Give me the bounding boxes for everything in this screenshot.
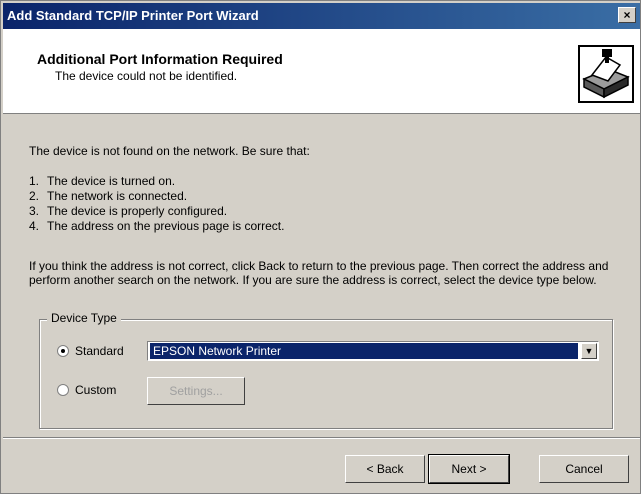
- list-item: 2. The network is connected.: [29, 189, 188, 203]
- device-type-dropdown[interactable]: EPSON Network Printer ▼: [147, 341, 599, 361]
- checklist: 1. The device is turned on. 2. The network…: [29, 173, 284, 233]
- page-title: Additional Port Information Required: [37, 51, 283, 67]
- device-type-group: [39, 319, 613, 429]
- close-button[interactable]: ×: [618, 7, 636, 23]
- radio-unchecked-icon[interactable]: [57, 384, 69, 396]
- wizard-window: Add Standard TCP/IP Printer Port Wizard …: [0, 0, 641, 494]
- cancel-button[interactable]: Cancel: [539, 455, 629, 483]
- list-item: 4. The address on the previous page is co…: [29, 219, 285, 233]
- list-item: 1. The device is turned on.: [29, 174, 176, 188]
- wizard-header: Additional Port Information Required The…: [3, 29, 640, 114]
- radio-checked-icon[interactable]: [57, 345, 69, 357]
- device-type-legend: Device Type: [47, 311, 121, 325]
- printer-network-icon: [578, 45, 634, 103]
- standard-label: Standard: [75, 344, 124, 358]
- dropdown-value: EPSON Network Printer: [150, 343, 578, 359]
- back-button[interactable]: < Back: [345, 455, 425, 483]
- chevron-down-icon[interactable]: ▼: [581, 343, 597, 359]
- custom-radio[interactable]: Custom: [57, 383, 116, 397]
- settings-button[interactable]: Settings...: [147, 377, 245, 405]
- custom-label: Custom: [75, 383, 117, 397]
- title-bar[interactable]: Add Standard TCP/IP Printer Port Wizard …: [3, 3, 640, 29]
- page-subtitle: The device could not be identified.: [55, 69, 238, 83]
- standard-radio[interactable]: Standard: [57, 344, 124, 358]
- window-title: Add Standard TCP/IP Printer Port Wizard: [7, 8, 259, 23]
- list-item: 3. The device is properly configured.: [29, 204, 228, 218]
- close-icon: ×: [623, 8, 631, 22]
- instruction-paragraph: If you think the address is not correct,…: [29, 259, 609, 287]
- next-button[interactable]: Next >: [428, 454, 510, 484]
- intro-text: The device is not found on the network. …: [29, 144, 310, 158]
- footer-divider: [3, 437, 640, 439]
